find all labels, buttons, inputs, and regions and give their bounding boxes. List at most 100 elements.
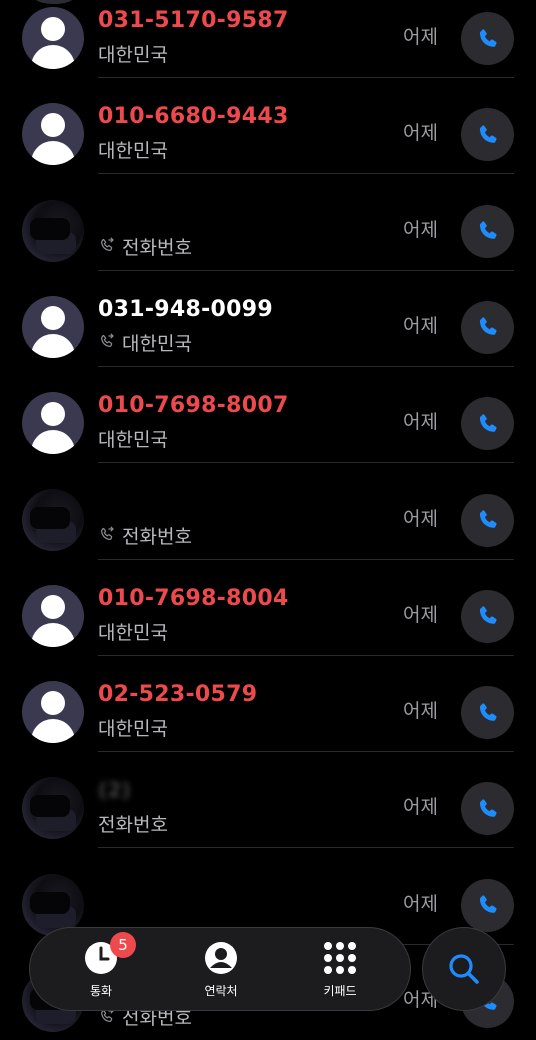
call-log-row[interactable]: 02-523-0579 대한민국 어제 xyxy=(0,656,536,753)
call-time: 어제 xyxy=(403,314,438,337)
missed-calls-badge: 5 xyxy=(110,932,136,958)
tab-calls[interactable]: 5 통화 xyxy=(56,932,146,1004)
avatar-head xyxy=(41,402,65,427)
avatar-head xyxy=(41,17,65,41)
tab-keypad-label: 키패드 xyxy=(323,984,357,998)
avatar-head xyxy=(41,691,65,716)
bottom-tab-bar: 5 통화 연락처 키패드 xyxy=(29,927,411,1011)
call-button[interactable] xyxy=(461,204,514,258)
call-log-row[interactable]: 010-7698-8004 대한민국 어제 xyxy=(0,560,536,656)
phone-icon xyxy=(479,317,497,336)
call-button[interactable] xyxy=(461,12,514,65)
avatar-head xyxy=(41,594,65,619)
caller-detail-text: 대한민국 xyxy=(98,718,168,741)
call-button[interactable] xyxy=(461,686,514,740)
caller-number: 02-523-0579 xyxy=(98,682,258,708)
caller-detail-text: 대한민국 xyxy=(98,429,168,452)
caller-number: (2) xyxy=(98,778,132,803)
caller-detail-text: 전화번호 xyxy=(122,525,192,548)
avatar-body xyxy=(31,333,75,358)
call-button[interactable] xyxy=(461,782,514,836)
tab-contacts-label: 연락처 xyxy=(204,984,238,998)
call-time: 어제 xyxy=(403,507,438,530)
person-circle-icon xyxy=(205,942,237,974)
call-time: 어제 xyxy=(403,411,438,434)
caller-detail: 대한민국 xyxy=(98,425,168,452)
caller-detail-text: 전화번호 xyxy=(98,814,168,837)
call-log-row[interactable]: 031-5170-9587 대한민국 어제 xyxy=(0,0,536,78)
call-time: 어제 xyxy=(403,796,438,819)
phone-icon xyxy=(479,606,497,625)
contact-avatar xyxy=(22,777,84,840)
tab-contacts[interactable]: 연락처 xyxy=(176,940,266,1004)
call-button[interactable] xyxy=(461,493,514,547)
caller-detail: 대한민국 xyxy=(98,714,168,741)
caller-number: 031-948-0099 xyxy=(98,296,273,322)
caller-detail: 전화번호 xyxy=(98,810,168,837)
call-button[interactable] xyxy=(461,108,514,162)
caller-detail-text: 대한민국 xyxy=(98,140,168,163)
contact-avatar xyxy=(22,295,84,358)
contact-avatar xyxy=(22,488,84,551)
call-button[interactable] xyxy=(461,397,514,451)
contact-avatar xyxy=(22,392,84,455)
call-button[interactable] xyxy=(461,878,514,932)
caller-number: 010-7698-8007 xyxy=(98,393,289,419)
avatar-head xyxy=(41,305,65,330)
tab-calls-label: 통화 xyxy=(89,984,113,998)
contact-avatar xyxy=(22,7,84,69)
caller-detail: 전화번호 xyxy=(98,522,192,549)
avatar-body xyxy=(31,141,75,166)
contact-avatar xyxy=(22,584,84,647)
caller-detail-text: 대한민국 xyxy=(98,621,168,644)
call-log-row[interactable]: 010-7698-8007 대한민국 어제 xyxy=(0,367,536,464)
phone-icon xyxy=(479,414,497,432)
avatar-body xyxy=(31,622,75,647)
caller-detail: 대한민국 xyxy=(98,136,168,163)
call-type-icon xyxy=(101,333,114,348)
avatar-body xyxy=(31,45,75,69)
caller-detail-text: 대한민국 xyxy=(122,332,192,355)
call-type-icon xyxy=(101,237,114,252)
search-icon xyxy=(449,954,479,984)
caller-detail: 대한민국 xyxy=(98,618,168,645)
call-log-row[interactable]: 031-948-0099 대한민국 어제 xyxy=(0,271,536,367)
avatar-body xyxy=(31,430,75,455)
phone-icon xyxy=(479,799,497,817)
call-type-icon xyxy=(101,526,114,540)
contact-avatar xyxy=(22,199,84,262)
phone-icon xyxy=(479,895,497,914)
call-button[interactable] xyxy=(461,300,514,354)
avatar-body xyxy=(31,719,75,744)
phone-icon xyxy=(479,510,497,528)
keypad-icon xyxy=(324,942,356,974)
tab-keypad[interactable]: 키패드 xyxy=(295,940,385,1004)
contact-avatar xyxy=(22,681,84,744)
call-time: 어제 xyxy=(403,122,438,145)
call-time: 어제 xyxy=(403,218,438,241)
call-time: 어제 xyxy=(403,603,438,626)
call-log-row[interactable]: 010-6680-9443 대한민국 어제 xyxy=(0,78,536,175)
call-log-row[interactable]: (2) 전화번호 어제 xyxy=(0,752,536,849)
call-log-row[interactable]: 전화번호 어제 xyxy=(0,464,536,560)
caller-detail-text: 전화번호 xyxy=(122,236,192,259)
phone-icon xyxy=(479,125,497,143)
contact-avatar xyxy=(22,103,84,166)
call-button[interactable] xyxy=(461,589,514,643)
avatar-head xyxy=(41,113,65,138)
call-time: 어제 xyxy=(403,700,438,723)
call-time: 어제 xyxy=(403,892,438,915)
caller-number: 031-5170-9587 xyxy=(98,8,289,33)
caller-number: 010-7698-8004 xyxy=(98,585,289,611)
call-log-row[interactable]: 전화번호 어제 xyxy=(0,175,536,271)
phone-icon xyxy=(479,702,497,721)
phone-icon xyxy=(479,28,497,47)
caller-detail: 대한민국 xyxy=(98,40,168,67)
caller-detail: 전화번호 xyxy=(98,233,192,260)
caller-detail: 대한민국 xyxy=(98,329,192,356)
call-time: 어제 xyxy=(403,26,438,48)
search-button[interactable] xyxy=(422,927,506,1011)
caller-number: 010-6680-9443 xyxy=(98,104,289,130)
caller-detail-text: 대한민국 xyxy=(98,44,168,66)
phone-icon xyxy=(479,221,497,239)
